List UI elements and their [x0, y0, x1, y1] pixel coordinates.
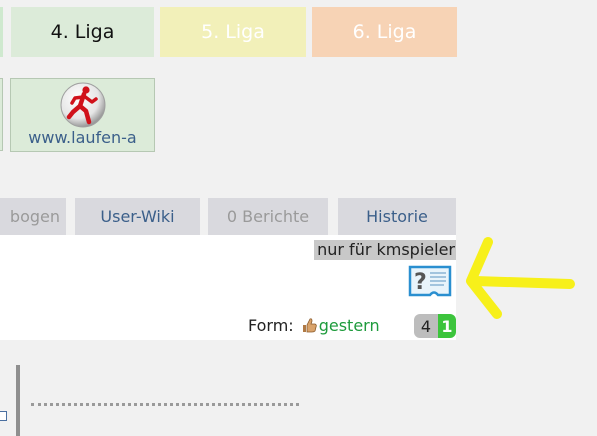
svg-text:?: ?: [414, 270, 427, 295]
league-tab-6[interactable]: 6. Liga: [312, 7, 457, 57]
tab-historie[interactable]: Historie: [338, 198, 456, 235]
league-tab-partial[interactable]: [0, 7, 3, 57]
thumb-icon: [302, 318, 317, 333]
league-tab-4[interactable]: 4. Liga: [11, 7, 154, 57]
score-left: 4: [414, 314, 438, 338]
score-right: 1: [438, 314, 456, 338]
checkbox[interactable]: [0, 411, 7, 421]
league-tab-label: 5. Liga: [201, 21, 265, 43]
score-badge: 4 1: [414, 314, 456, 338]
link-box-partial[interactable]: [0, 78, 3, 151]
form-label: Form:: [248, 315, 294, 335]
tab-label: 0 Berichte: [226, 207, 310, 226]
dotted-separator: [31, 403, 299, 406]
yellow-arrow-icon: [466, 237, 575, 319]
tab-label: Historie: [366, 207, 428, 226]
divider-line: [16, 365, 20, 436]
tab-user-wiki[interactable]: User-Wiki: [75, 198, 200, 235]
runner-logo-icon: [60, 82, 106, 128]
tab-label: bogen: [9, 207, 60, 226]
form-row: Form: gestern: [248, 313, 380, 337]
form-value[interactable]: gestern: [319, 316, 380, 335]
tab-bogen[interactable]: bogen: [0, 198, 66, 235]
league-tab-5[interactable]: 5. Liga: [160, 7, 306, 57]
league-tab-label: 6. Liga: [352, 21, 417, 43]
tab-label: User-Wiki: [100, 207, 175, 226]
league-tab-label: 4. Liga: [50, 21, 115, 43]
profile-panel: nur für kmspieler ? Form: gestern 4 1: [0, 235, 456, 340]
restricted-note: nur für kmspieler: [314, 240, 456, 260]
question-card-icon[interactable]: ?: [408, 265, 452, 297]
link-label: www.laufen-a: [28, 128, 137, 147]
tab-berichte[interactable]: 0 Berichte: [208, 198, 328, 235]
link-box-laufen[interactable]: www.laufen-a: [10, 78, 155, 152]
